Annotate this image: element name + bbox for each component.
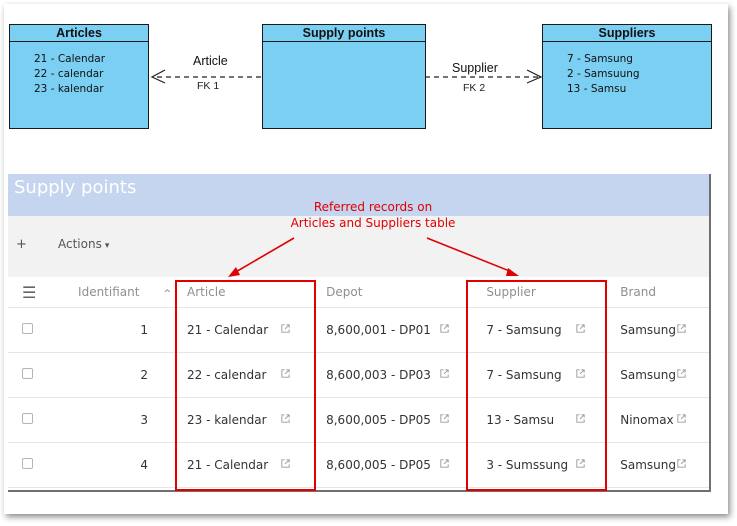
arrowhead-icon (506, 268, 519, 276)
annotation-arrow-article (233, 237, 295, 274)
connector-overlay (150, 69, 543, 277)
arrowhead-icon (228, 267, 240, 277)
annotation-arrow-supplier (426, 237, 513, 273)
